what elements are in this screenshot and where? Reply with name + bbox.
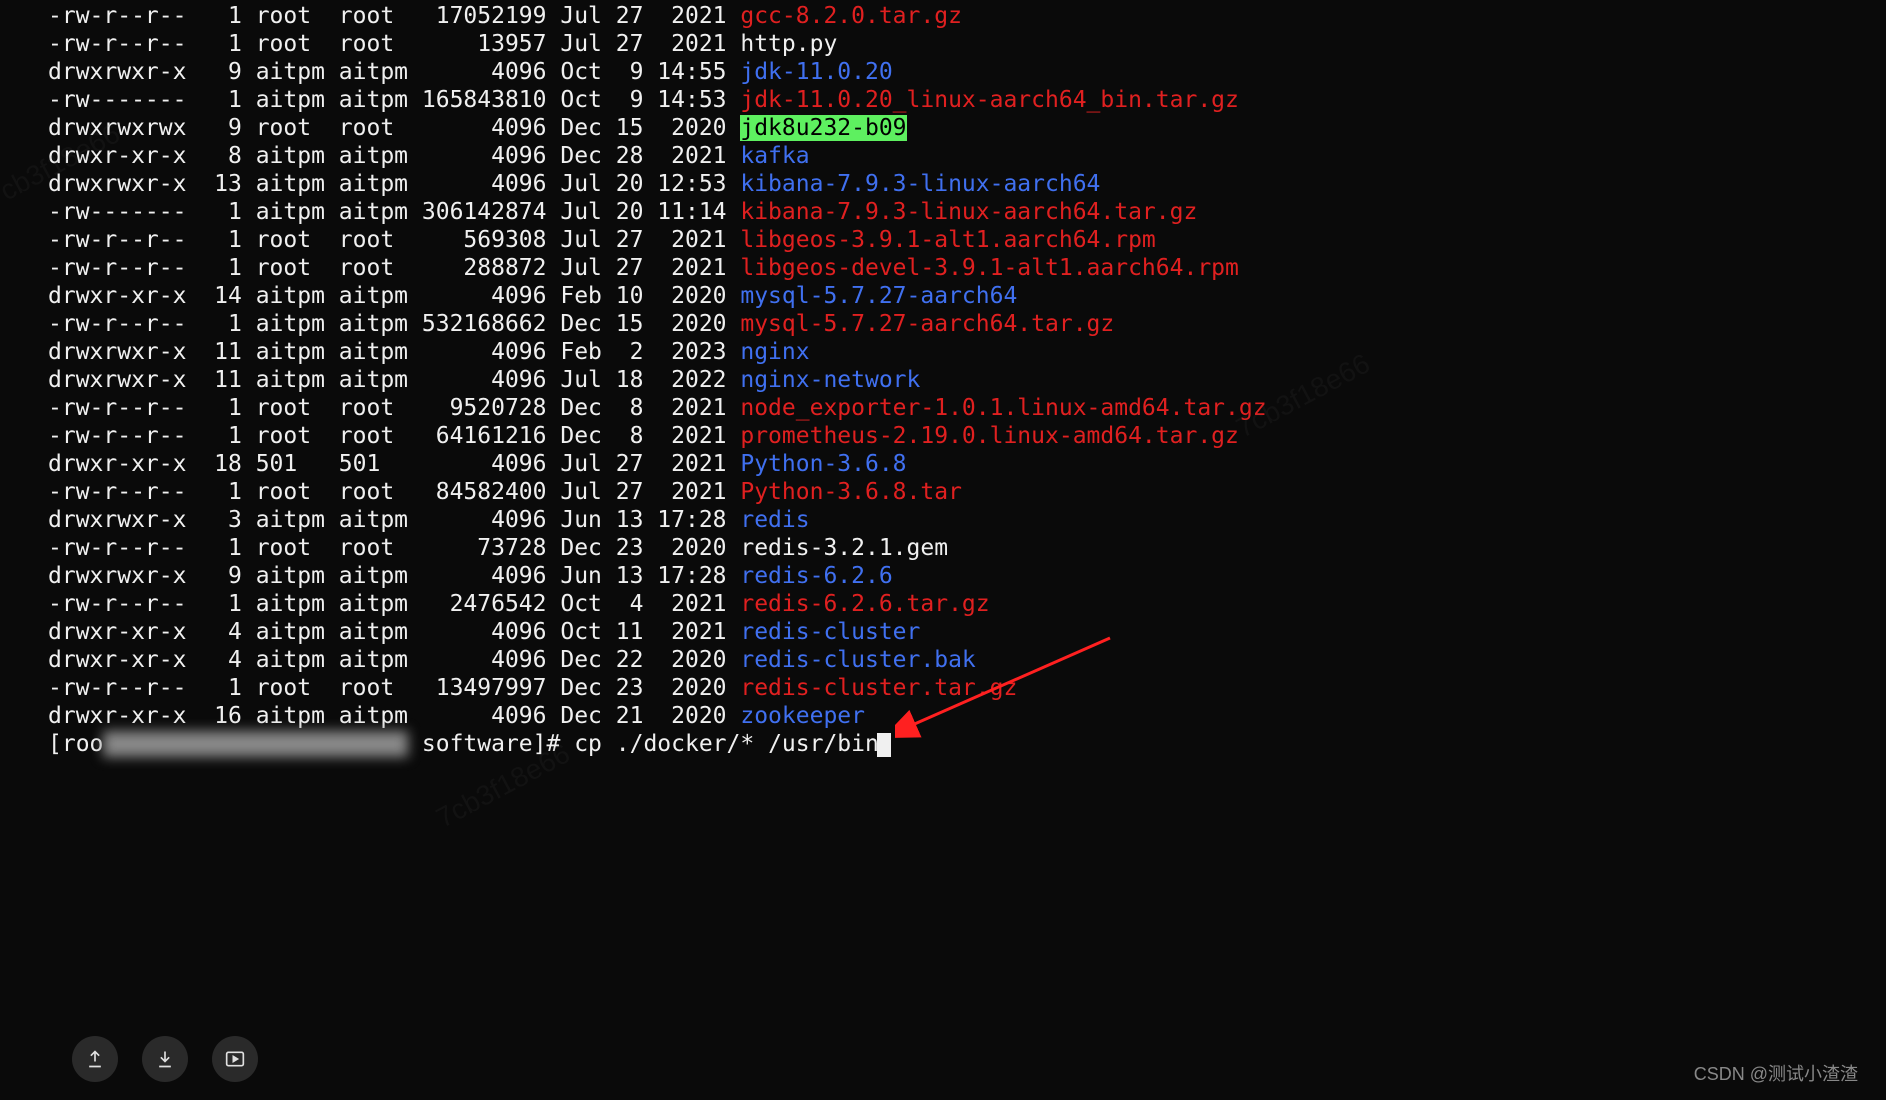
listing-row: drwxr-xr-x 4 aitpm aitpm 4096 Dec 22 202…	[48, 646, 1886, 674]
listing-row: -rw-r--r-- 1 root root 288872 Jul 27 202…	[48, 254, 1886, 282]
listing-filename: libgeos-devel-3.9.1-alt1.aarch64.rpm	[740, 255, 1239, 281]
listing-meta: drwxr-xr-x 18 501 501 4096 Jul 27 2021	[48, 451, 740, 477]
listing-row: -rw-r--r-- 1 aitpm aitpm 532168662 Dec 1…	[48, 310, 1886, 338]
terminal-output[interactable]: -rw-r--r-- 1 root root 17052199 Jul 27 2…	[0, 0, 1886, 758]
listing-meta: -rw------- 1 aitpm aitpm 306142874 Jul 2…	[48, 199, 740, 225]
listing-row: drwxrwxrwx 9 root root 4096 Dec 15 2020 …	[48, 114, 1886, 142]
credit-text: CSDN @测试小渣渣	[1694, 1060, 1858, 1086]
listing-meta: -rw-r--r-- 1 aitpm aitpm 532168662 Dec 1…	[48, 311, 740, 337]
listing-row: -rw-r--r-- 1 root root 569308 Jul 27 202…	[48, 226, 1886, 254]
listing-filename: mysql-5.7.27-aarch64	[740, 283, 1017, 309]
listing-filename: gcc-8.2.0.tar.gz	[740, 3, 962, 29]
listing-meta: drwxrwxr-x 3 aitpm aitpm 4096 Jun 13 17:…	[48, 507, 740, 533]
listing-meta: drwxrwxrwx 9 root root 4096 Dec 15 2020	[48, 115, 740, 141]
listing-filename: mysql-5.7.27-aarch64.tar.gz	[740, 311, 1114, 337]
listing-row: -rw-r--r-- 1 root root 13957 Jul 27 2021…	[48, 30, 1886, 58]
listing-filename: jdk-11.0.20	[740, 59, 892, 85]
listing-filename: prometheus-2.19.0.linux-amd64.tar.gz	[740, 423, 1239, 449]
listing-meta: drwxr-xr-x 4 aitpm aitpm 4096 Dec 22 202…	[48, 647, 740, 673]
listing-row: drwxrwxr-x 11 aitpm aitpm 4096 Jul 18 20…	[48, 366, 1886, 394]
listing-meta: drwxrwxr-x 13 aitpm aitpm 4096 Jul 20 12…	[48, 171, 740, 197]
listing-row: -rw------- 1 aitpm aitpm 165843810 Oct 9…	[48, 86, 1886, 114]
listing-meta: drwxr-xr-x 8 aitpm aitpm 4096 Dec 28 202…	[48, 143, 740, 169]
listing-row: -rw-r--r-- 1 root root 17052199 Jul 27 2…	[48, 2, 1886, 30]
listing-filename: http.py	[740, 31, 837, 57]
listing-row: drwxrwxr-x 3 aitpm aitpm 4096 Jun 13 17:…	[48, 506, 1886, 534]
listing-filename: nginx-network	[740, 367, 920, 393]
listing-meta: -rw-r--r-- 1 root root 13957 Jul 27 2021	[48, 31, 740, 57]
share-button[interactable]	[72, 1036, 118, 1082]
listing-row: drwxr-xr-x 16 aitpm aitpm 4096 Dec 21 20…	[48, 702, 1886, 730]
listing-filename: jdk-11.0.20_linux-aarch64_bin.tar.gz	[740, 87, 1239, 113]
download-button[interactable]	[142, 1036, 188, 1082]
listing-row: drwxrwxr-x 9 aitpm aitpm 4096 Oct 9 14:5…	[48, 58, 1886, 86]
listing-meta: -rw-r--r-- 1 root root 13497997 Dec 23 2…	[48, 675, 740, 701]
prompt-line[interactable]: [rooxxxxxxx xxxxxxxx xxxxx software]# cp…	[48, 730, 1886, 758]
listing-row: drwxrwxr-x 13 aitpm aitpm 4096 Jul 20 12…	[48, 170, 1886, 198]
listing-filename: redis-6.2.6.tar.gz	[740, 591, 989, 617]
viewer-toolbar	[72, 1036, 258, 1082]
listing-filename: redis-cluster	[740, 619, 920, 645]
play-button[interactable]	[212, 1036, 258, 1082]
listing-row: -rw-r--r-- 1 root root 64161216 Dec 8 20…	[48, 422, 1886, 450]
prompt-command: cp ./docker/* /usr/bin	[574, 731, 879, 757]
listing-meta: -rw-r--r-- 1 aitpm aitpm 2476542 Oct 4 2…	[48, 591, 740, 617]
listing-filename: node_exporter-1.0.1.linux-amd64.tar.gz	[740, 395, 1266, 421]
listing-filename: libgeos-3.9.1-alt1.aarch64.rpm	[740, 227, 1155, 253]
listing-filename: Python-3.6.8.tar	[740, 479, 962, 505]
listing-filename: kafka	[740, 143, 809, 169]
listing-filename: zookeeper	[740, 703, 865, 729]
listing-row: -rw------- 1 aitpm aitpm 306142874 Jul 2…	[48, 198, 1886, 226]
listing-row: -rw-r--r-- 1 root root 9520728 Dec 8 202…	[48, 394, 1886, 422]
listing-filename: redis-cluster.tar.gz	[740, 675, 1017, 701]
prompt-dir: software]#	[408, 731, 574, 757]
listing-filename: kibana-7.9.3-linux-aarch64	[740, 171, 1100, 197]
listing-meta: -rw------- 1 aitpm aitpm 165843810 Oct 9…	[48, 87, 740, 113]
listing-meta: -rw-r--r-- 1 root root 288872 Jul 27 202…	[48, 255, 740, 281]
listing-meta: drwxrwxr-x 9 aitpm aitpm 4096 Jun 13 17:…	[48, 563, 740, 589]
download-icon	[155, 1049, 175, 1069]
cursor	[877, 733, 891, 757]
listing-meta: -rw-r--r-- 1 root root 84582400 Jul 27 2…	[48, 479, 740, 505]
share-icon	[85, 1049, 105, 1069]
listing-meta: drwxr-xr-x 14 aitpm aitpm 4096 Feb 10 20…	[48, 283, 740, 309]
listing-row: -rw-r--r-- 1 aitpm aitpm 2476542 Oct 4 2…	[48, 590, 1886, 618]
listing-meta: drwxrwxr-x 11 aitpm aitpm 4096 Jul 18 20…	[48, 367, 740, 393]
listing-filename: kibana-7.9.3-linux-aarch64.tar.gz	[740, 199, 1197, 225]
listing-meta: drwxrwxr-x 9 aitpm aitpm 4096 Oct 9 14:5…	[48, 59, 740, 85]
listing-meta: -rw-r--r-- 1 root root 569308 Jul 27 202…	[48, 227, 740, 253]
listing-meta: -rw-r--r-- 1 root root 64161216 Dec 8 20…	[48, 423, 740, 449]
listing-filename: jdk8u232-b09	[740, 115, 906, 141]
listing-filename: redis-3.2.1.gem	[740, 535, 948, 561]
listing-row: drwxrwxr-x 9 aitpm aitpm 4096 Jun 13 17:…	[48, 562, 1886, 590]
listing-meta: drwxr-xr-x 16 aitpm aitpm 4096 Dec 21 20…	[48, 703, 740, 729]
listing-meta: -rw-r--r-- 1 root root 17052199 Jul 27 2…	[48, 3, 740, 29]
listing-filename: Python-3.6.8	[740, 451, 906, 477]
listing-meta: -rw-r--r-- 1 root root 9520728 Dec 8 202…	[48, 395, 740, 421]
play-icon	[225, 1049, 245, 1069]
listing-meta: -rw-r--r-- 1 root root 73728 Dec 23 2020	[48, 535, 740, 561]
listing-row: drwxr-xr-x 14 aitpm aitpm 4096 Feb 10 20…	[48, 282, 1886, 310]
listing-row: drwxr-xr-x 8 aitpm aitpm 4096 Dec 28 202…	[48, 142, 1886, 170]
listing-row: -rw-r--r-- 1 root root 13497997 Dec 23 2…	[48, 674, 1886, 702]
listing-row: drwxrwxr-x 11 aitpm aitpm 4096 Feb 2 202…	[48, 338, 1886, 366]
listing-row: drwxr-xr-x 4 aitpm aitpm 4096 Oct 11 202…	[48, 618, 1886, 646]
listing-row: -rw-r--r-- 1 root root 84582400 Jul 27 2…	[48, 478, 1886, 506]
listing-row: -rw-r--r-- 1 root root 73728 Dec 23 2020…	[48, 534, 1886, 562]
prompt-host-blurred: xxxxxxx xxxxxxxx xxxxx	[103, 731, 408, 757]
listing-meta: drwxr-xr-x 4 aitpm aitpm 4096 Oct 11 202…	[48, 619, 740, 645]
listing-filename: redis-6.2.6	[740, 563, 892, 589]
listing-filename: redis	[740, 507, 809, 533]
listing-filename: redis-cluster.bak	[740, 647, 975, 673]
listing-row: drwxr-xr-x 18 501 501 4096 Jul 27 2021 P…	[48, 450, 1886, 478]
listing-meta: drwxrwxr-x 11 aitpm aitpm 4096 Feb 2 202…	[48, 339, 740, 365]
prompt-user: [roo	[48, 731, 103, 757]
listing-filename: nginx	[740, 339, 809, 365]
